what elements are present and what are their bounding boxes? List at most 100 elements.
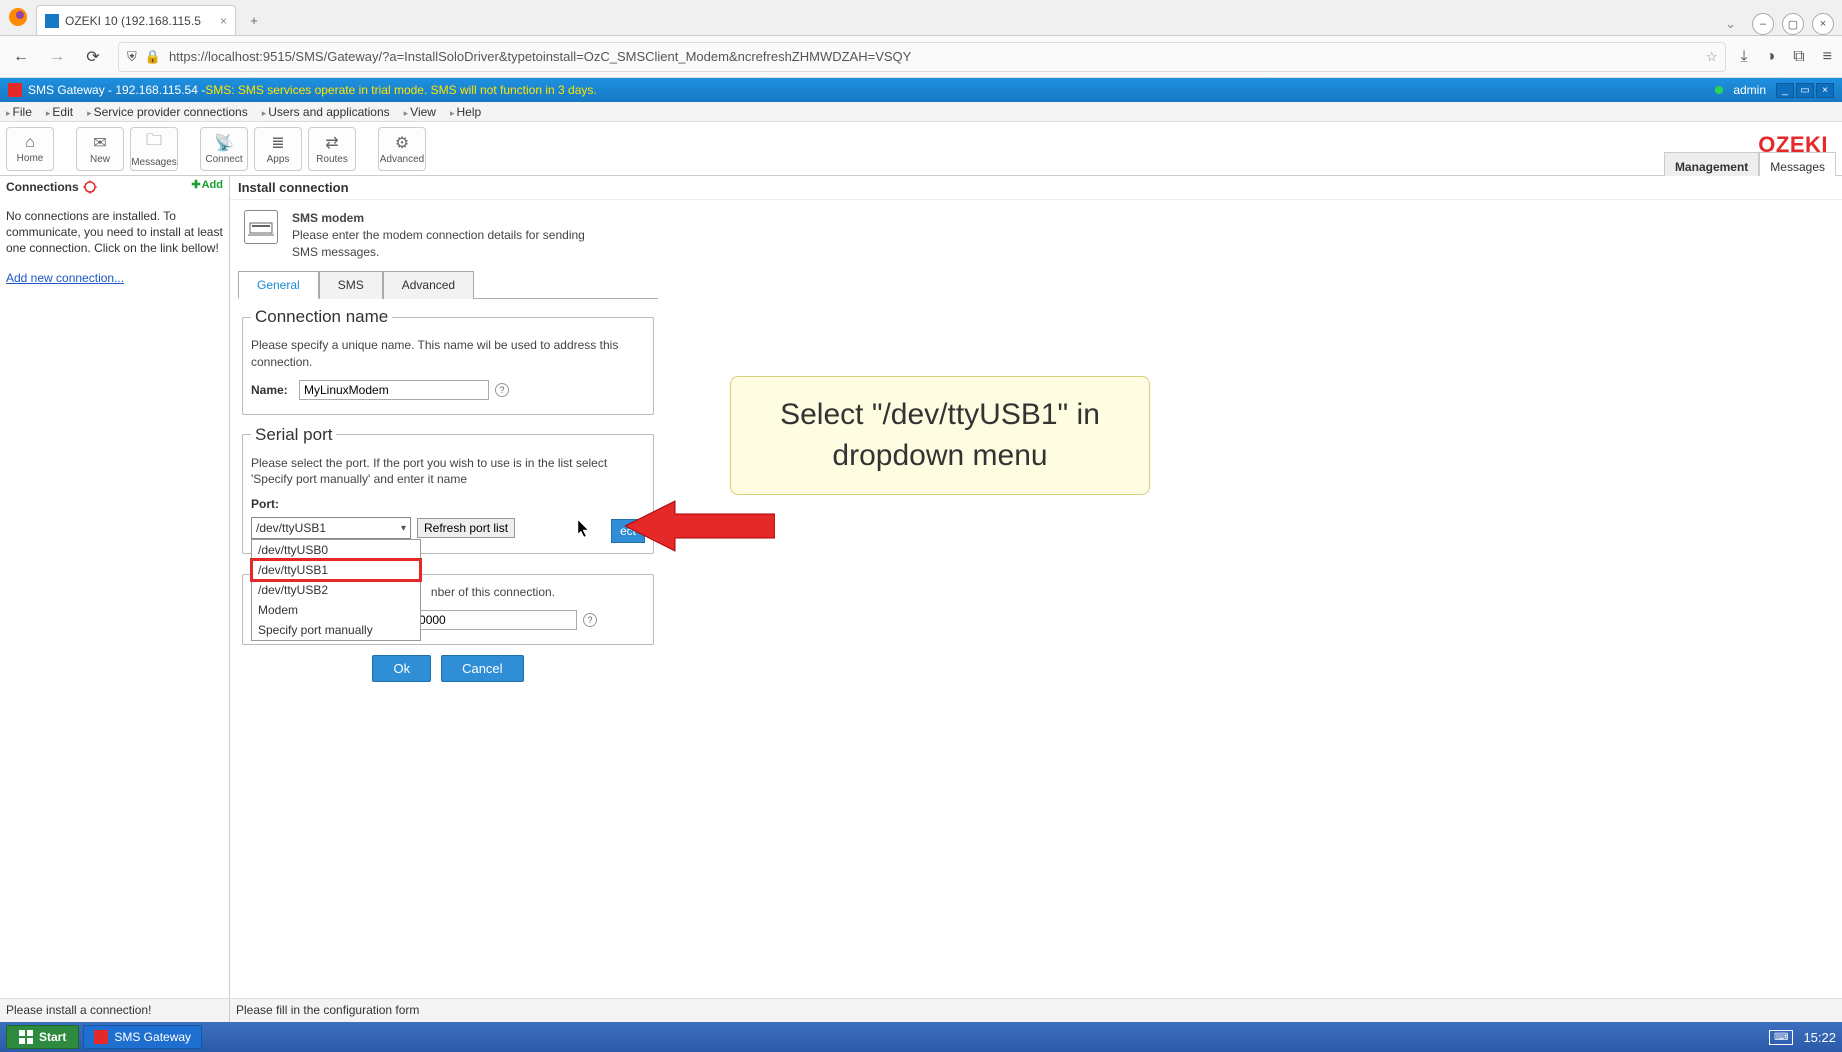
bookmark-star-icon[interactable]: ☆ xyxy=(1706,49,1718,65)
arrow-icon xyxy=(625,496,775,556)
urlbar[interactable]: ⛨ 🔒 https://localhost:9515/SMS/Gateway/?… xyxy=(118,42,1726,72)
port-option[interactable]: Specify port manually xyxy=(252,620,420,640)
cancel-button[interactable]: Cancel xyxy=(441,655,523,682)
panel-text: No connections are installed. To communi… xyxy=(6,208,223,257)
port-select[interactable]: /dev/ttyUSB1 ▾ xyxy=(251,517,411,539)
cursor-icon xyxy=(578,520,590,538)
nav-reload-button[interactable]: ⟳ xyxy=(82,46,104,68)
account-icon[interactable]: ◑ xyxy=(1766,48,1776,66)
home-icon: ⌂ xyxy=(25,134,35,152)
config-tabs: General SMS Advanced xyxy=(238,270,658,299)
app-titlebar: SMS Gateway - 192.168.115.54 - SMS: SMS … xyxy=(0,78,1842,102)
nav-back-button[interactable]: ← xyxy=(10,46,32,68)
start-label: Start xyxy=(39,1030,66,1044)
tab-general[interactable]: General xyxy=(238,271,319,299)
toolbar-right-icons: ⤓ ◑ ⧉ ≡ xyxy=(1740,48,1832,66)
port-option[interactable]: Modem xyxy=(252,600,420,620)
firefox-window-controls: ⌄ – ▢ × xyxy=(1725,13,1842,35)
tab-advanced[interactable]: Advanced xyxy=(383,271,474,299)
name-input[interactable] xyxy=(299,380,489,400)
taskbar-item[interactable]: SMS Gateway xyxy=(83,1025,202,1049)
toolbar-label: Apps xyxy=(267,154,290,165)
port-label: Port: xyxy=(251,497,285,511)
toolbar-messages-button[interactable]: 🗀Messages xyxy=(130,127,178,171)
close-tab-icon[interactable]: × xyxy=(220,14,227,28)
port-dropdown: /dev/ttyUSB0 /dev/ttyUSB1 /dev/ttyUSB2 M… xyxy=(251,539,421,641)
toolbar-advanced-button[interactable]: ⚙Advanced xyxy=(378,127,426,171)
tab-title: OZEKI 10 (192.168.115.5 xyxy=(65,14,201,28)
refresh-port-list-button[interactable]: Refresh port list xyxy=(417,518,515,538)
toolbar-label: Home xyxy=(17,153,44,164)
connection-name-text: Please specify a unique name. This name … xyxy=(251,337,645,369)
window-minimize-button[interactable]: – xyxy=(1752,13,1774,35)
keyboard-icon[interactable]: ⌨ xyxy=(1769,1030,1793,1045)
app-toolbar: ⌂Home ✉New 🗀Messages 📡Connect ≣Apps ⇄Rou… xyxy=(0,122,1842,176)
connection-name-legend: Connection name xyxy=(251,307,392,327)
start-button[interactable]: Start xyxy=(6,1025,79,1049)
routes-icon: ⇄ xyxy=(325,133,338,153)
app-status: SMS: SMS services operate in trial mode.… xyxy=(205,83,597,97)
toolbar-new-button[interactable]: ✉New xyxy=(76,127,124,171)
form-buttons: Ok Cancel xyxy=(242,655,654,682)
nav-forward-button[interactable]: → xyxy=(46,46,68,68)
tab-sms[interactable]: SMS xyxy=(319,271,383,299)
toolbar-connect-button[interactable]: 📡Connect xyxy=(200,127,248,171)
add-new-connection-link[interactable]: Add new connection... xyxy=(6,271,124,285)
status-dot-icon xyxy=(1715,86,1723,94)
menu-icon[interactable]: ≡ xyxy=(1823,48,1832,66)
left-status-bar: Please install a connection! xyxy=(0,998,230,1022)
app-user[interactable]: admin xyxy=(1733,83,1766,97)
toolbar-home-button[interactable]: ⌂Home xyxy=(6,127,54,171)
toolbar-routes-button[interactable]: ⇄Routes xyxy=(308,127,356,171)
menu-users-apps[interactable]: Users and applications xyxy=(262,105,390,119)
app-title: SMS Gateway - 192.168.115.54 - xyxy=(28,83,205,97)
serial-port-legend: Serial port xyxy=(251,425,336,445)
port-option-selected[interactable]: /dev/ttyUSB1 xyxy=(252,560,420,580)
extensions-icon[interactable]: ⧉ xyxy=(1793,48,1804,66)
start-icon xyxy=(19,1030,33,1044)
ok-button[interactable]: Ok xyxy=(372,655,431,682)
apps-icon: ≣ xyxy=(271,133,284,153)
port-selected-value: /dev/ttyUSB1 xyxy=(256,521,326,535)
firefox-tabbar: OZEKI 10 (192.168.115.5 × + ⌄ – ▢ × xyxy=(0,0,1842,36)
downloads-icon[interactable]: ⤓ xyxy=(1740,48,1747,66)
port-option[interactable]: /dev/ttyUSB2 xyxy=(252,580,420,600)
panel-title: Connections Add xyxy=(6,180,223,194)
content-title: Install connection xyxy=(230,176,1842,200)
window-close-button[interactable]: × xyxy=(1812,13,1834,35)
app-maximize-button[interactable]: ▭ xyxy=(1796,83,1814,98)
window-maximize-button[interactable]: ▢ xyxy=(1782,13,1804,35)
help-icon[interactable]: ? xyxy=(583,613,597,627)
toolbar-label: New xyxy=(90,154,110,165)
menu-help[interactable]: Help xyxy=(450,105,481,119)
antenna-icon: 📡 xyxy=(214,133,234,153)
menu-edit[interactable]: Edit xyxy=(46,105,73,119)
port-option[interactable]: /dev/ttyUSB0 xyxy=(252,540,420,560)
chevron-down-icon: ▾ xyxy=(401,523,406,534)
taskbar-clock: 15:22 xyxy=(1803,1030,1836,1045)
content-area: Install connection SMS modem Please ente… xyxy=(230,176,1842,1036)
app-minimize-button[interactable]: _ xyxy=(1776,83,1794,98)
tab-favicon xyxy=(45,14,59,28)
app-close-button[interactable]: × xyxy=(1816,83,1834,98)
toolbar-label: Connect xyxy=(205,154,242,165)
list-all-tabs-icon[interactable]: ⌄ xyxy=(1725,16,1736,32)
menu-file[interactable]: File xyxy=(6,105,32,119)
form-intro: SMS modem Please enter the modem connect… xyxy=(230,200,1842,270)
toolbar-apps-button[interactable]: ≣Apps xyxy=(254,127,302,171)
shield-icon: ⛨ xyxy=(127,49,137,65)
menu-view[interactable]: View xyxy=(404,105,436,119)
url-text: https://localhost:9515/SMS/Gateway/?a=In… xyxy=(169,49,911,64)
help-icon[interactable]: ? xyxy=(495,383,509,397)
app-window-controls: _ ▭ × xyxy=(1776,83,1834,98)
new-tab-button[interactable]: + xyxy=(242,8,266,32)
browser-tab[interactable]: OZEKI 10 (192.168.115.5 × xyxy=(36,5,236,35)
menu-service-provider[interactable]: Service provider connections xyxy=(87,105,248,119)
serial-port-text: Please select the port. If the port you … xyxy=(251,455,645,487)
name-label: Name: xyxy=(251,383,293,397)
firefox-urlbar: ← → ⟳ ⛨ 🔒 https://localhost:9515/SMS/Gat… xyxy=(0,36,1842,78)
serial-port-group: Serial port Please select the port. If t… xyxy=(242,425,654,554)
connections-icon xyxy=(83,180,97,194)
toolbar-label: Messages xyxy=(131,157,177,168)
add-connection-link[interactable]: Add xyxy=(191,178,223,191)
